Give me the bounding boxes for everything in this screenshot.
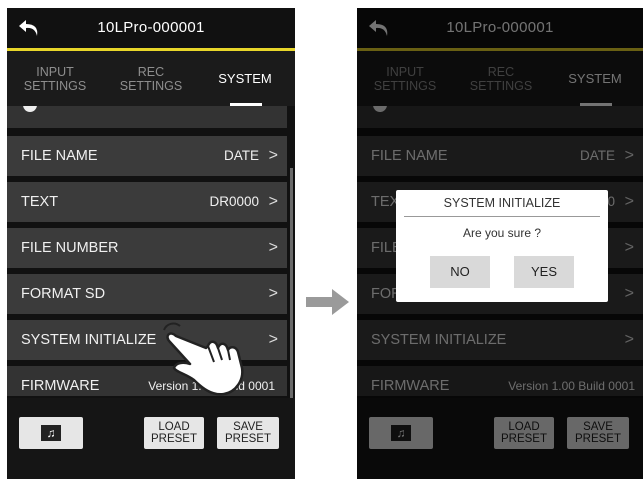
toggle-knob <box>23 106 37 112</box>
row-label: FIRMWARE <box>21 378 100 394</box>
chevron-right-icon: > <box>268 331 278 348</box>
row-label: TEXT <box>21 194 59 210</box>
chevron-right-icon: > <box>268 193 278 210</box>
row-value: DR0000 <box>209 194 259 209</box>
tab-bar: INPUT SETTINGS REC SETTINGS SYSTEM <box>7 51 295 106</box>
row-file-name[interactable]: FILE NAME DATE > <box>7 136 287 176</box>
tab-rec-settings[interactable]: REC SETTINGS <box>103 61 199 97</box>
dialog-message: Are you sure ? <box>462 226 542 240</box>
right-arrow-icon <box>306 289 349 315</box>
app-title: 10LPro-000001 <box>97 19 205 36</box>
left-screen: 10LPro-000001 INPUT SETTINGS REC SETTING… <box>7 8 295 479</box>
row-label: SYSTEM INITIALIZE <box>21 332 157 348</box>
no-button[interactable]: NO <box>430 256 490 288</box>
row-format-sd[interactable]: FORMAT SD > <box>7 274 287 314</box>
dialog-divider <box>404 216 600 217</box>
system-initialize-dialog: SYSTEM INITIALIZE Are you sure ? NO YES <box>396 190 608 302</box>
right-screen: 10LPro-000001 INPUT SETTINGS REC SETTING… <box>357 8 643 479</box>
save-preset-button[interactable]: SAVE PRESET <box>217 417 279 449</box>
list-item-partial <box>7 106 287 128</box>
chevron-right-icon: > <box>268 239 278 256</box>
bottom-bar: ♫ LOAD PRESET SAVE PRESET <box>7 398 295 479</box>
row-text[interactable]: TEXT DR0000 > <box>7 182 287 222</box>
row-file-number[interactable]: FILE NUMBER > <box>7 228 287 268</box>
hand-pointer-icon <box>163 322 244 396</box>
row-label: FORMAT SD <box>21 286 106 302</box>
row-value: DATE <box>223 148 259 163</box>
dialog-title: SYSTEM INITIALIZE <box>443 196 561 210</box>
music-note-icon: ♫ <box>41 425 61 441</box>
tab-system[interactable]: SYSTEM <box>197 61 293 97</box>
chevron-right-icon: > <box>268 285 278 302</box>
row-label: FILE NAME <box>21 148 98 164</box>
header: 10LPro-000001 <box>7 8 295 48</box>
tab-input-settings[interactable]: INPUT SETTINGS <box>7 61 103 97</box>
scrollbar[interactable] <box>290 168 293 398</box>
yes-button[interactable]: YES <box>514 256 574 288</box>
chevron-right-icon: > <box>268 147 278 164</box>
music-button[interactable]: ♫ <box>19 417 83 449</box>
load-preset-button[interactable]: LOAD PRESET <box>144 417 204 449</box>
row-label: FILE NUMBER <box>21 240 119 256</box>
